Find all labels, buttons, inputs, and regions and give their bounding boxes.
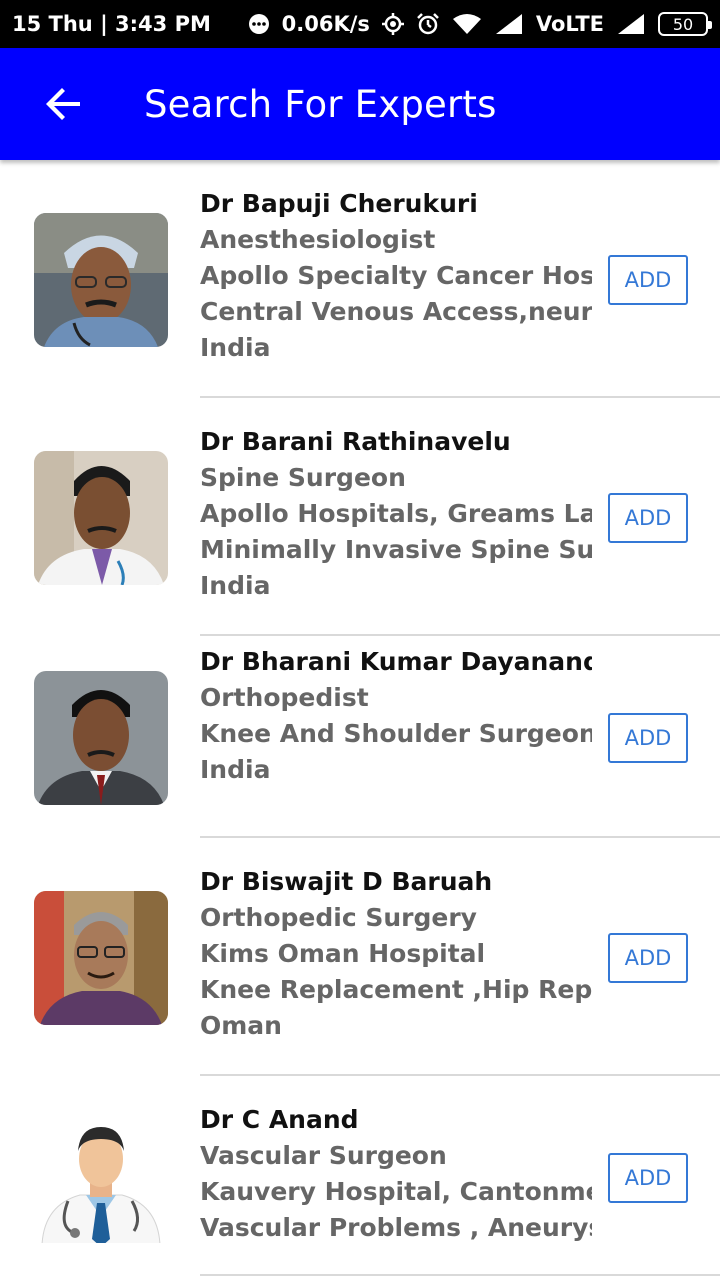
expert-country: India <box>200 755 271 784</box>
network-speed: 0.06K/s <box>281 12 370 36</box>
expert-focus: Vascular Problems , Aneurysms <box>200 1213 592 1242</box>
page-title: Search For Experts <box>144 82 497 126</box>
list-item[interactable]: Dr Bharani Kumar Dayanandam Orthopedist … <box>0 636 720 838</box>
avatar <box>34 891 168 1025</box>
expert-hospital: Apollo Hospitals, Greams Lane <box>200 499 592 528</box>
expert-hospital: Kims Oman Hospital <box>200 939 486 968</box>
back-button[interactable] <box>32 72 96 136</box>
expert-specialty: Spine Surgeon <box>200 463 406 492</box>
signal-icon-secondary <box>616 13 646 35</box>
list-item[interactable]: Dr Bapuji Cherukuri Anesthesiologist Apo… <box>0 160 720 398</box>
expert-specialty: Anesthesiologist <box>200 225 436 254</box>
expert-name: Dr C Anand <box>200 1105 359 1134</box>
expert-focus: Minimally Invasive Spine Surgery <box>200 535 592 564</box>
list-item[interactable]: Dr Barani Rathinavelu Spine Surgeon Apol… <box>0 398 720 636</box>
expert-focus: Central Venous Access,neuroaxial <box>200 297 592 326</box>
expert-specialty: Orthopedist <box>200 683 369 712</box>
expert-specialty: Orthopedic Surgery <box>200 903 477 932</box>
signal-icon <box>494 13 524 35</box>
location-icon <box>381 13 404 35</box>
expert-name: Dr Bharani Kumar Dayanandam <box>200 647 592 676</box>
expert-country: India <box>200 333 271 362</box>
avatar <box>34 451 168 585</box>
alarm-icon <box>416 12 440 36</box>
status-bar: 15 Thu | 3:43 PM 0.06K/s VoLTE 50 <box>0 0 720 48</box>
list-item[interactable]: Dr Biswajit D Baruah Orthopedic Surgery … <box>0 838 720 1076</box>
divider <box>200 1274 720 1276</box>
add-button[interactable]: ADD <box>608 713 688 763</box>
app-bar: Search For Experts <box>0 48 720 160</box>
list-item[interactable]: Dr C Anand Vascular Surgeon Kauvery Hosp… <box>0 1076 720 1280</box>
expert-focus: Knee Replacement ,Hip Replacement <box>200 975 592 1004</box>
add-button[interactable]: ADD <box>608 493 688 543</box>
battery-level: 50 <box>672 14 694 34</box>
expert-name: Dr Barani Rathinavelu <box>200 427 511 456</box>
expert-info: Dr Bharani Kumar Dayanandam Orthopedist … <box>200 644 592 788</box>
expert-country: India <box>200 571 271 600</box>
expert-name: Dr Bapuji Cherukuri <box>200 189 478 218</box>
wifi-icon <box>452 13 482 35</box>
expert-hospital: Kauvery Hospital, Cantonment, <box>200 1177 592 1206</box>
battery-icon: 50 <box>658 12 712 36</box>
expert-hospital: Knee And Shoulder Surgeon, <box>200 719 592 748</box>
carrier-label: VoLTE <box>535 12 604 36</box>
add-button[interactable]: ADD <box>608 933 688 983</box>
add-button[interactable]: ADD <box>608 255 688 305</box>
expert-specialty: Vascular Surgeon <box>200 1141 447 1170</box>
avatar <box>34 671 168 805</box>
expert-name: Dr Biswajit D Baruah <box>200 867 493 896</box>
expert-hospital: Apollo Specialty Cancer Hospital <box>200 261 592 290</box>
doctor-placeholder-icon <box>34 1109 168 1243</box>
expert-list: Dr Bapuji Cherukuri Anesthesiologist Apo… <box>0 160 720 1280</box>
expert-info: Dr Biswajit D Baruah Orthopedic Surgery … <box>200 864 592 1044</box>
expert-country: Oman <box>200 1011 282 1040</box>
expert-info: Dr Barani Rathinavelu Spine Surgeon Apol… <box>200 424 592 604</box>
more-dots-icon <box>248 13 270 35</box>
expert-info: Dr Bapuji Cherukuri Anesthesiologist Apo… <box>200 186 592 366</box>
expert-info: Dr C Anand Vascular Surgeon Kauvery Hosp… <box>200 1102 592 1246</box>
status-time: 15 Thu | 3:43 PM <box>12 12 211 36</box>
arrow-left-icon <box>46 88 80 120</box>
avatar <box>34 213 168 347</box>
add-button[interactable]: ADD <box>608 1153 688 1203</box>
